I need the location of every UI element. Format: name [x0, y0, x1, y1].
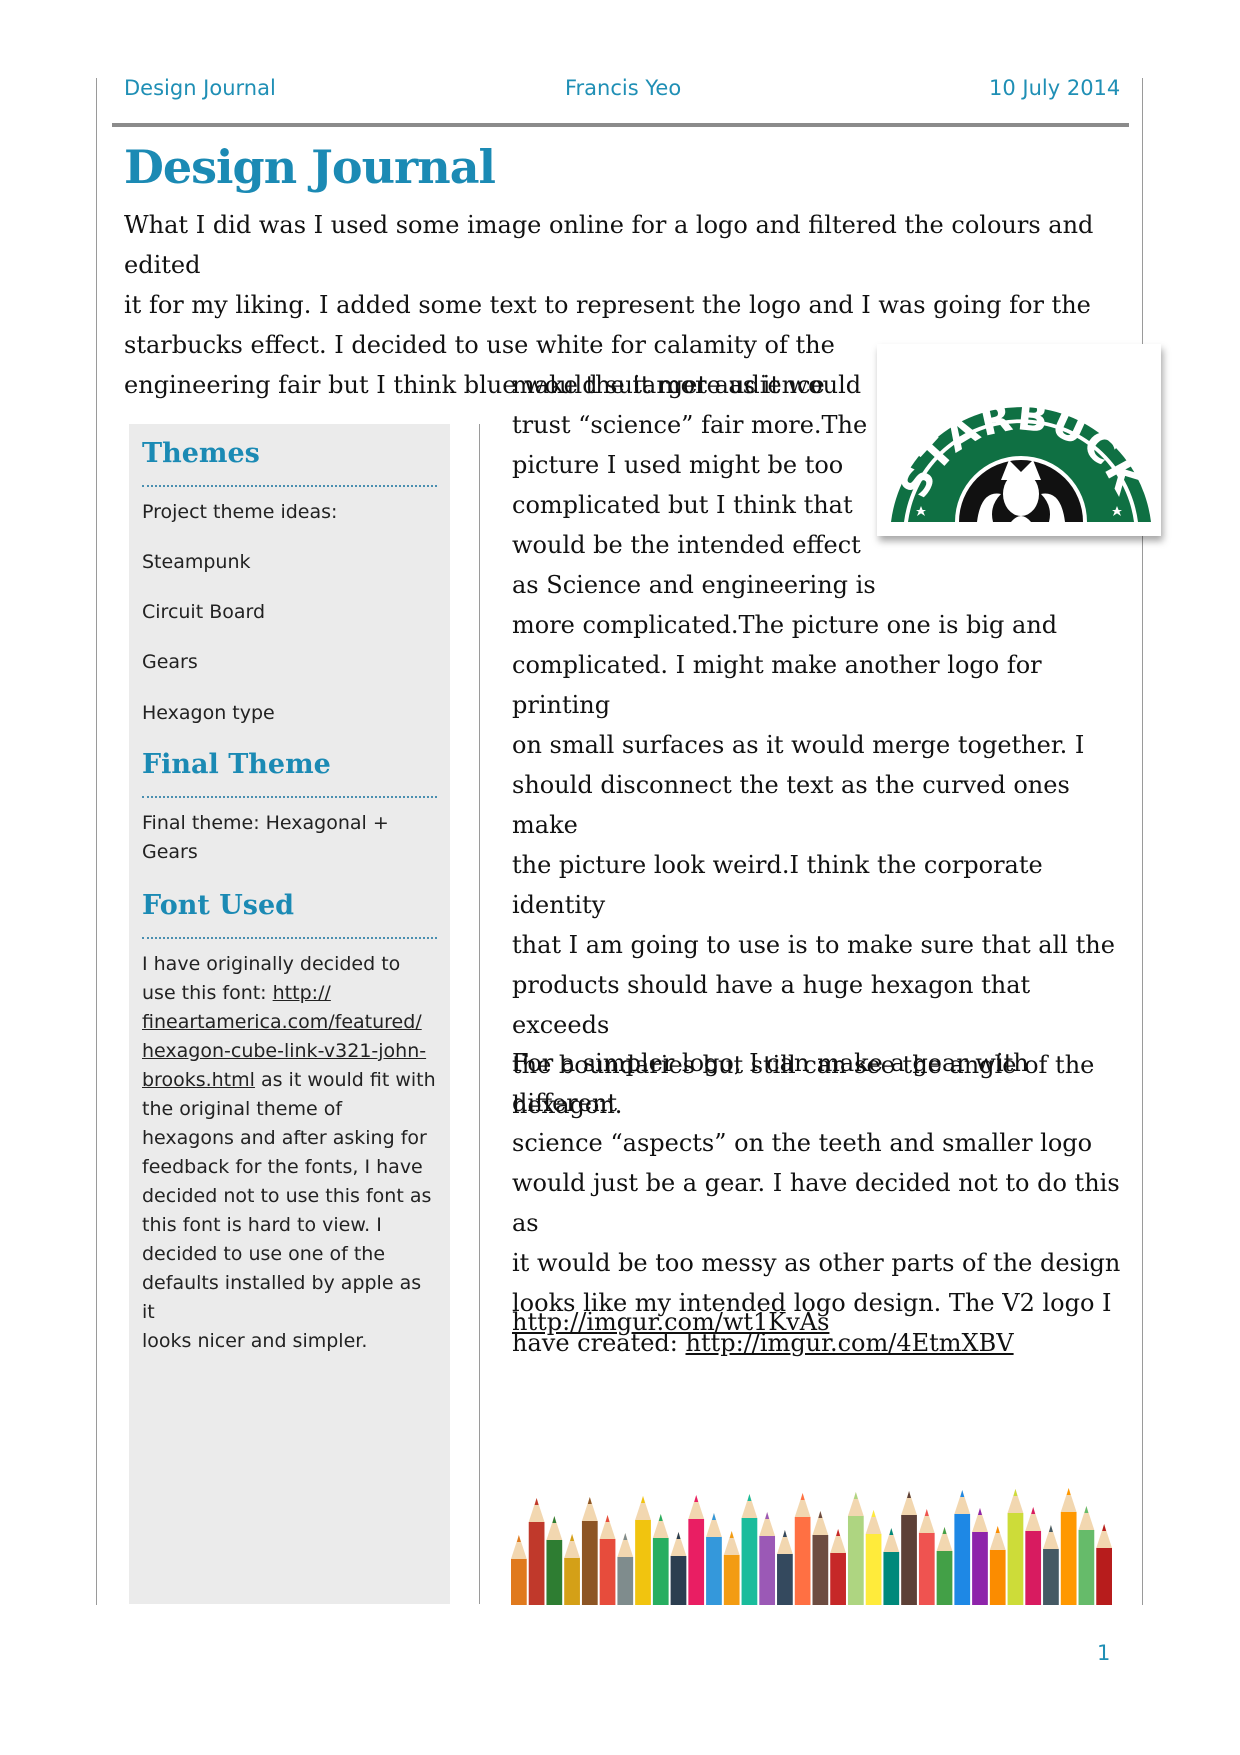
colored-pencils-image: [511, 1488, 1112, 1605]
imgur-link[interactable]: http://imgur.com/wt1KvAs: [512, 1308, 829, 1336]
body-line: For a simpler logo, I can make a gear wi…: [512, 1049, 1029, 1117]
font-used-line: use this font:: [142, 982, 273, 1004]
font-used-line: decided to use one of the: [142, 1243, 386, 1265]
page-title: Design Journal: [124, 140, 496, 194]
journal-page: Design Journal Francis Yeo 10 July 2014 …: [0, 0, 1240, 1755]
font-used-line: hexagons and after asking for: [142, 1127, 427, 1149]
pencil: [546, 1516, 563, 1605]
left-margin-line: [96, 78, 97, 1605]
body-line: it would be too messy as other parts of …: [512, 1249, 1121, 1277]
sidebar-divider: [142, 937, 437, 939]
pencil: [652, 1514, 669, 1605]
font-used-line: looks nicer and simpler.: [142, 1330, 368, 1352]
body-line: on small surfaces as it would merge toge…: [512, 731, 1085, 759]
pencil: [812, 1511, 829, 1605]
header-left: Design Journal: [124, 76, 276, 100]
pencil: [972, 1508, 988, 1605]
font-used-line: the original theme of: [142, 1098, 343, 1120]
sidebar-heading-final-theme: Final Theme: [142, 749, 331, 780]
pencil: [847, 1492, 864, 1605]
pencil: [599, 1515, 616, 1605]
pencil: [741, 1494, 758, 1605]
body-line: would just be a gear. I have decided not…: [512, 1169, 1120, 1237]
pencil: [777, 1530, 793, 1605]
pencil: [564, 1534, 580, 1605]
pencil: [794, 1493, 811, 1605]
sidebar-heading-font-used: Font Used: [142, 890, 295, 921]
pencil: [1007, 1489, 1024, 1605]
sidebar-heading-themes: Themes: [142, 438, 260, 469]
sidebar-divider: [142, 796, 437, 798]
body-line: should disconnect the text as the curved…: [512, 771, 1070, 839]
body-line: trust “science” fair more.The: [512, 411, 868, 439]
final-theme-line: Final theme: Hexagonal +: [142, 812, 389, 834]
theme-item: Steampunk: [142, 551, 251, 573]
font-used-line: defaults installed by apple as it: [142, 1272, 422, 1323]
header-date: 10 July 2014: [989, 76, 1121, 100]
sidebar-divider: [142, 485, 437, 487]
final-theme-line: Gears: [142, 841, 198, 863]
pencil: [688, 1495, 705, 1605]
pencil: [918, 1509, 935, 1605]
intro-line: it for my liking. I added some text to r…: [124, 291, 1091, 319]
pencil: [670, 1532, 687, 1605]
pencil: [989, 1526, 1006, 1605]
pencil: [617, 1533, 634, 1605]
pencil: [1078, 1506, 1095, 1605]
body-line: the picture look weird.I think the corpo…: [512, 851, 1043, 919]
pencil: [581, 1497, 598, 1605]
body-line: picture I used might be too: [512, 451, 844, 479]
font-used-text: I have originally decided to use this fo…: [142, 950, 437, 1356]
pencil: [936, 1527, 953, 1605]
body-line: as Science and engineering is: [512, 571, 876, 599]
header-author: Francis Yeo: [565, 76, 682, 100]
main-paragraph-1: make the target audience trust “science”…: [512, 365, 1122, 1125]
body-line: that I am going to use is to make sure t…: [512, 931, 1115, 959]
theme-item: Project theme ideas:: [142, 501, 338, 523]
font-used-line: feedback for the fonts, I have: [142, 1156, 423, 1178]
font-link-part: fineartamerica.com/featured/: [142, 1011, 422, 1033]
body-line: make the target audience: [512, 371, 825, 399]
pencil: [865, 1510, 882, 1605]
pencil: [1043, 1525, 1059, 1605]
body-line: complicated but I think that: [512, 491, 853, 519]
pencil: [901, 1491, 917, 1605]
pencil: [635, 1496, 651, 1605]
theme-item: Hexagon type: [142, 702, 275, 724]
body-line: science “aspects” on the teeth and small…: [512, 1129, 1093, 1157]
right-margin-line: [1142, 78, 1143, 1605]
pencil: [511, 1535, 527, 1605]
header-rule: [112, 123, 1129, 127]
final-theme-text: Final theme: Hexagonal + Gears: [142, 809, 437, 867]
font-used-line: decided not to use this font as: [142, 1185, 432, 1207]
font-link-part: brooks.html: [142, 1069, 255, 1091]
pencil: [706, 1513, 722, 1605]
font-used-line: I have originally decided to: [142, 953, 401, 975]
pencil: [1025, 1507, 1042, 1605]
pencil: [723, 1531, 740, 1605]
pencil: [954, 1490, 971, 1605]
body-line: complicated. I might make another logo f…: [512, 651, 1042, 719]
sidebar: Themes Project theme ideas: Steampunk Ci…: [129, 424, 450, 1604]
theme-item: Gears: [142, 651, 198, 673]
font-link-part: http://: [272, 982, 331, 1004]
main-link-line: http://imgur.com/wt1KvAs: [512, 1302, 1122, 1342]
theme-item: Circuit Board: [142, 601, 266, 623]
page-number: 1: [1097, 1641, 1111, 1665]
body-line: more complicated.The picture one is big …: [512, 611, 1058, 639]
pencil: [1060, 1488, 1077, 1605]
pencil: [883, 1528, 900, 1605]
body-line: products should have a huge hexagon that…: [512, 971, 1031, 1039]
intro-line: What I did was I used some image online …: [124, 211, 1094, 279]
pencil: [528, 1498, 545, 1605]
font-link-part: hexagon-cube-link-v321-john-: [142, 1040, 427, 1062]
body-line: would be the intended effect: [512, 531, 861, 559]
font-used-line: this font is hard to view. I: [142, 1214, 382, 1236]
pencil: [759, 1512, 776, 1605]
pencil: [1096, 1524, 1112, 1605]
column-separator: [479, 424, 480, 1604]
font-used-line: as it would fit with: [254, 1069, 436, 1091]
pencil: [830, 1529, 846, 1605]
